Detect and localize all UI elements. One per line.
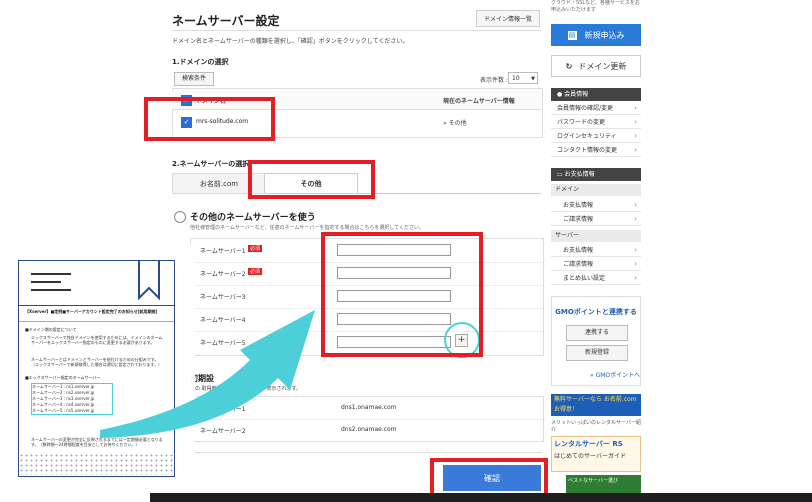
- page-title: ネームサーバー設定: [172, 14, 280, 28]
- chevron-right-icon: ›: [634, 104, 637, 112]
- sidebar-item-server-billing[interactable]: ご請求情報 ›: [551, 258, 641, 271]
- payment-title: お支払情報: [564, 171, 595, 178]
- banner-best-server-text: ベストなサーバー選び: [568, 478, 619, 484]
- gmo-link-button[interactable]: 連携する: [566, 325, 628, 341]
- sidebar-item-contact[interactable]: コンタクト情報の変更 ›: [551, 144, 641, 157]
- required-badge: 必須: [248, 245, 263, 252]
- banner-rental-title: レンタルサーバー RS: [554, 440, 623, 448]
- banner-rental-sub: はじめてのサーバーガイド: [554, 453, 626, 460]
- chevron-right-icon: ›: [634, 246, 637, 254]
- title-divider: [172, 30, 541, 31]
- doc-line: [31, 289, 71, 291]
- doc-line: [31, 273, 71, 275]
- step1-heading: 1.ドメインの選択: [172, 58, 229, 66]
- chevron-right-icon: ›: [634, 215, 637, 223]
- per-page-value: 10: [512, 75, 520, 82]
- highlight-box-domain: [144, 97, 275, 141]
- sidebar-item-label: ご請求情報: [563, 216, 594, 223]
- doc-line: [31, 281, 61, 283]
- sidebar-item-password[interactable]: パスワードの変更 ›: [551, 116, 641, 129]
- step2-heading: 2.ネームサーバーの選択: [172, 160, 250, 168]
- sidebar-item-label: パスワードの変更: [557, 119, 606, 126]
- sidebar-item-label: お支払情報: [563, 247, 594, 254]
- banner-best-server[interactable]: ベストなサーバー選び: [566, 475, 641, 493]
- other-ns-radio[interactable]: [174, 211, 186, 223]
- ns-label: ネームサーバー1: [200, 248, 246, 255]
- chevron-right-icon: ›: [634, 260, 637, 268]
- credit-card-icon: ▭: [557, 171, 563, 178]
- sidebar-item-label: まとめ払い設定: [563, 275, 606, 282]
- divider: [190, 452, 542, 453]
- sidebar-top-note: クラウド・SSLなど、各種サービスをお申込みいただけます: [551, 0, 640, 13]
- new-application-button[interactable]: ▤ 新規申込み: [551, 24, 641, 46]
- user-icon: ●: [557, 91, 563, 98]
- sidebar-item-server-payment[interactable]: お支払情報 ›: [551, 244, 641, 257]
- cart-icon: ▤: [567, 30, 577, 40]
- per-page-select[interactable]: 10 ▼: [508, 72, 538, 84]
- chevron-right-icon: ›: [634, 201, 637, 209]
- sidebar-item-label: 会員情報の確認/変更: [557, 105, 614, 112]
- chevron-right-icon: ›: [634, 146, 637, 154]
- col-ns-header: 現在のネームサーバー情報: [443, 98, 515, 105]
- sidebar-item-bulk-payment[interactable]: まとめ払い設定 ›: [551, 272, 641, 285]
- domain-list-button[interactable]: ドメイン情報一覧: [476, 10, 540, 27]
- member-info-title: 会員情報: [564, 91, 589, 98]
- doc-dot-pattern: [19, 453, 174, 475]
- chevron-down-icon: ▼: [531, 76, 535, 82]
- ns-label: ネームサーバー2: [200, 271, 246, 278]
- domain-row-ns: » その他: [443, 120, 467, 127]
- banner-free-server-text: 無料サーバーなら お名前.comお得意！: [554, 396, 637, 413]
- banner-rental-server[interactable]: レンタルサーバー RS はじめてのサーバーガイド: [551, 436, 641, 472]
- sidebar-item-label: コンタクト情報の変更: [557, 147, 618, 154]
- sidebar-item-login-security[interactable]: ログインセキュリティ ›: [551, 130, 641, 143]
- sidebar-item-domain-payment[interactable]: お支払情報 ›: [551, 199, 641, 212]
- banner-free-server[interactable]: 無料サーバーなら お名前.comお得意！: [551, 394, 641, 416]
- right-margin: [641, 0, 812, 502]
- doc-section-1: ■ドメイン側の設定について: [25, 327, 77, 332]
- gmo-point-link[interactable]: » GMOポイントへ: [590, 370, 640, 379]
- required-badge: 必須: [248, 268, 263, 275]
- arrow-icon: [100, 310, 315, 438]
- chevron-right-icon: ›: [634, 118, 637, 126]
- domain-renew-button[interactable]: ↻ ドメイン更新: [551, 55, 641, 77]
- highlight-box-tab: [248, 160, 375, 199]
- chevron-right-icon: ›: [634, 132, 637, 140]
- other-ns-title: その他のネームサーバーを使う: [190, 213, 316, 223]
- sidebar-item-label: ご請求情報: [563, 261, 594, 268]
- new-application-label: 新規申込み: [584, 30, 625, 40]
- sidebar-subheading-domain: ドメイン: [551, 184, 641, 196]
- refresh-icon: ↻: [565, 61, 573, 71]
- gmo-point-title: GMOポイントと連携する: [555, 308, 637, 316]
- sidebar-item-label: ログインセキュリティ: [557, 133, 617, 140]
- page-description: ドメイン名とネームサーバーの種類を選択し、「確認」ボタンをクリックしてください。: [172, 38, 409, 45]
- sidebar-item-domain-billing[interactable]: ご請求情報 ›: [551, 213, 641, 226]
- payment-header: ▭ お支払情報: [551, 168, 641, 181]
- per-page-label: 表示件数 :: [480, 77, 508, 84]
- banner-caption: メリットいっぱいのレンタルサーバー紹介: [551, 420, 641, 433]
- sidebar-subheading-server: サーバー: [551, 230, 641, 242]
- domain-renew-label: ドメイン更新: [578, 61, 627, 71]
- search-condition-button[interactable]: 検索条件: [174, 72, 214, 86]
- sidebar-item-member-edit[interactable]: 会員情報の確認/変更 ›: [551, 102, 641, 115]
- chevron-right-icon: ›: [634, 274, 637, 282]
- gmo-register-button[interactable]: 新規登録: [566, 345, 628, 361]
- member-info-header: ● 会員情報: [551, 88, 641, 101]
- taskbar: [150, 493, 812, 502]
- sidebar-item-label: お支払情報: [563, 202, 594, 209]
- other-ns-desc: 他社様管理のネームサーバーなど、任意のネームサーバーを指定する場合はこちらを選択…: [190, 225, 425, 231]
